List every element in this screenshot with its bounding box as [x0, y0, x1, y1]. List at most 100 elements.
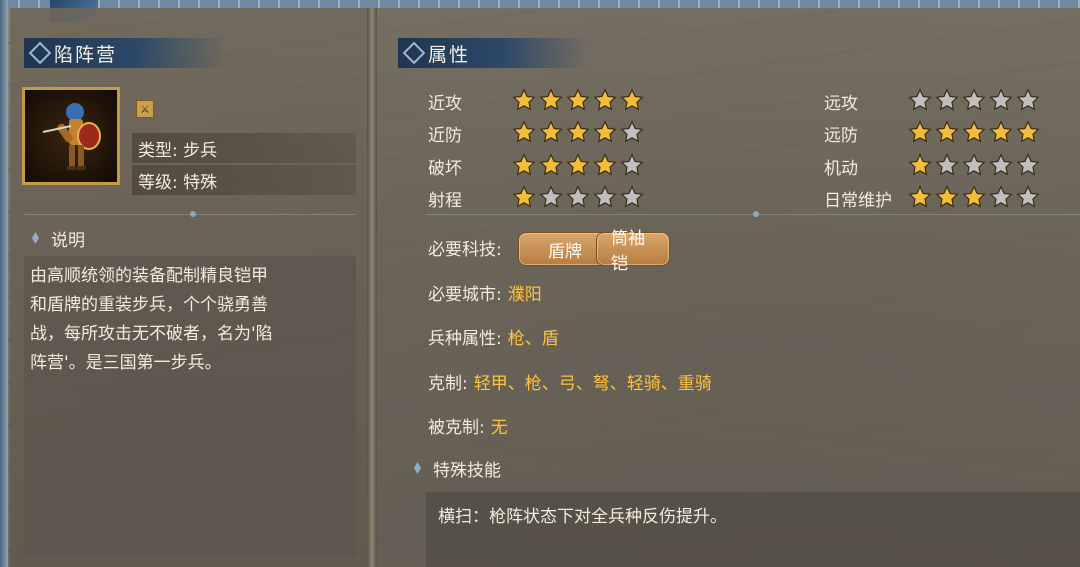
star-filled-icon [1016, 120, 1040, 143]
star-empty-icon [908, 88, 932, 111]
star-empty-icon [566, 185, 590, 208]
stat-range: 射程 [428, 183, 462, 213]
star-filled-icon [962, 120, 986, 143]
star-filled-icon [935, 185, 959, 208]
countered-by-row: 被克制: 无 [428, 410, 508, 440]
separator-line [426, 211, 1080, 217]
counters-value: 轻甲、枪、弓、弩、轻骑、重骑 [473, 373, 712, 394]
description-line: 和盾牌的重装步兵，个个骁勇善 [30, 295, 268, 315]
star-filled-icon [962, 185, 986, 208]
stars-melee-defense [512, 120, 644, 144]
description-heading-text: 说明 [51, 230, 85, 251]
tech-button-label: 盾牌 [548, 241, 582, 262]
stat-label: 机动 [824, 158, 858, 179]
stars-ranged-defense [908, 120, 1040, 144]
star-empty-icon [962, 88, 986, 111]
stat-destruction: 破坏 [428, 151, 462, 181]
star-empty-icon [620, 120, 644, 143]
stars-melee-attack [512, 88, 644, 112]
description-line: 战，每所攻击无不破者，名为'陷 [30, 324, 273, 344]
star-filled-icon [620, 88, 644, 111]
diamond-icon [32, 232, 39, 244]
star-empty-icon [989, 88, 1013, 111]
star-filled-icon [593, 153, 617, 176]
unit-attribute-row: 兵种属性: 枪、盾 [428, 321, 559, 351]
required-city-row: 必要城市: 濮阳 [428, 277, 542, 307]
star-filled-icon [512, 185, 536, 208]
stars-destruction [512, 153, 644, 177]
stat-label: 远攻 [824, 93, 858, 114]
diamond-icon [28, 41, 52, 65]
unit-type-text: 类型: 步兵 [138, 140, 218, 161]
star-filled-icon [512, 88, 536, 111]
unit-name: 陷阵营 [54, 43, 118, 66]
countered-by-label: 被克制: [428, 417, 485, 438]
required-city-value: 濮阳 [507, 284, 542, 305]
description-heading: 说明 [32, 226, 85, 251]
star-empty-icon [620, 153, 644, 176]
stars-range [512, 185, 644, 209]
special-skill-heading: 特殊技能 [414, 456, 501, 481]
unit-level: 等级: 特殊 [132, 165, 356, 195]
unit-attribute-value: 枪、盾 [507, 328, 559, 349]
special-skill-heading-text: 特殊技能 [433, 460, 501, 481]
stars-mobility [908, 153, 1040, 177]
star-empty-icon [935, 88, 959, 111]
stat-label: 近防 [428, 125, 462, 146]
diamond-icon [414, 462, 421, 474]
star-filled-icon [566, 153, 590, 176]
stat-label: 远防 [824, 125, 858, 146]
star-empty-icon [989, 153, 1013, 176]
stat-melee-attack: 近攻 [428, 86, 462, 116]
star-filled-icon [512, 120, 536, 143]
star-empty-icon [593, 185, 617, 208]
stat-ranged-attack: 远攻 [824, 86, 858, 116]
counters-row: 克制: 轻甲、枪、弓、弩、轻骑、重骑 [428, 366, 712, 396]
star-empty-icon [1016, 153, 1040, 176]
tech-button-label: 筒袖铠 [611, 229, 645, 274]
separator-line [24, 211, 356, 217]
required-tech-row: 必要科技: [428, 232, 502, 262]
stat-melee-defense: 近防 [428, 118, 462, 148]
star-filled-icon [539, 153, 563, 176]
special-skill-box: 横扫：枪阵状态下对全兵种反伤提升。 [426, 492, 1080, 567]
tech-button-armor[interactable]: 筒袖铠 [596, 229, 670, 274]
star-empty-icon [962, 153, 986, 176]
stat-label: 射程 [428, 190, 462, 211]
attributes-header: 属性 [398, 38, 588, 68]
required-tech-label: 必要科技: [428, 239, 502, 260]
left-border [0, 0, 8, 567]
star-filled-icon [593, 88, 617, 111]
counters-label: 克制: [428, 373, 468, 394]
star-filled-icon [593, 120, 617, 143]
unit-type: 类型: 步兵 [132, 133, 356, 163]
star-filled-icon [908, 120, 932, 143]
required-city-label: 必要城市: [428, 284, 502, 305]
star-filled-icon [539, 120, 563, 143]
stat-ranged-defense: 远防 [824, 118, 858, 148]
description-line: 阵营'。是三国第一步兵。 [30, 353, 222, 373]
unit-portrait[interactable] [22, 87, 120, 185]
star-filled-icon [539, 88, 563, 111]
star-empty-icon [989, 185, 1013, 208]
stat-label: 近攻 [428, 93, 462, 114]
star-empty-icon [1016, 88, 1040, 111]
star-filled-icon [935, 120, 959, 143]
countered-by-value: 无 [490, 417, 508, 438]
attributes-title: 属性 [428, 43, 471, 66]
star-filled-icon [566, 88, 590, 111]
unit-name-header: 陷阵营 [24, 38, 226, 68]
diamond-icon [402, 41, 426, 65]
star-empty-icon [620, 185, 644, 208]
stars-upkeep [908, 185, 1040, 209]
stat-mobility: 机动 [824, 151, 858, 181]
soldier-icon [42, 103, 101, 170]
unit-level-text: 等级: 特殊 [138, 172, 218, 193]
description-line: 由高顺统领的装备配制精良铠甲 [30, 266, 268, 286]
stat-upkeep: 日常维护 [824, 183, 892, 213]
special-skill-text: 横扫：枪阵状态下对全兵种反伤提升。 [438, 507, 727, 527]
star-filled-icon [908, 185, 932, 208]
description-box: 由高顺统领的装备配制精良铠甲 和盾牌的重装步兵，个个骁勇善 战，每所攻击无不破者… [24, 256, 356, 556]
stat-label: 日常维护 [824, 190, 892, 211]
sword-badge-icon: ⚔ [136, 100, 154, 118]
